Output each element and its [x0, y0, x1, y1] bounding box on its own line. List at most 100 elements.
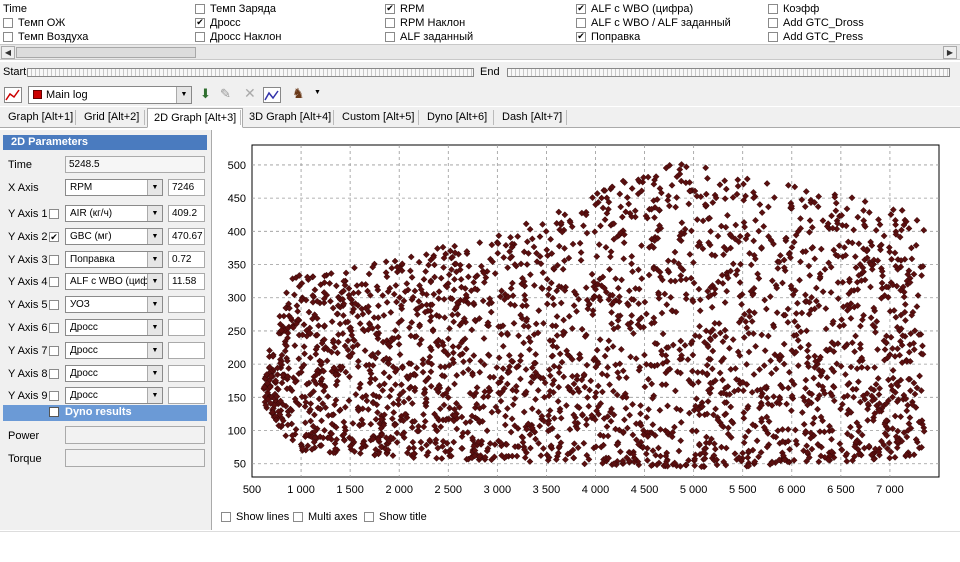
yaxis-checkbox[interactable]: [49, 368, 59, 379]
channel-item[interactable]: ✔ Поправка: [576, 30, 640, 43]
channel-item[interactable]: ALF заданный: [385, 30, 473, 43]
chevron-down-icon[interactable]: ▼: [147, 388, 162, 404]
torque-value: [65, 449, 205, 467]
x-tick-label: 2 500: [435, 484, 463, 496]
yaxis-select[interactable]: Дросс ▼: [65, 387, 163, 405]
dyno-results-header[interactable]: Dyno results: [3, 405, 207, 421]
yaxis-checkbox[interactable]: [49, 254, 59, 265]
channel-item[interactable]: ✔ Дросс: [195, 16, 241, 29]
start-slider[interactable]: [27, 68, 474, 77]
chevron-down-icon[interactable]: ▼: [147, 342, 162, 358]
scroll-right-icon[interactable]: ▶: [943, 46, 957, 59]
tab-item[interactable]: 2D Graph [Alt+3]: [147, 108, 244, 128]
yaxis-select[interactable]: ALF с WBO (циф ▼: [65, 273, 163, 291]
channel-item[interactable]: RPM Наклон: [385, 16, 465, 29]
xaxis-select[interactable]: RPM ▼: [65, 179, 163, 196]
channel-checkbox[interactable]: [195, 31, 205, 42]
channel-checkbox[interactable]: [576, 17, 586, 28]
yaxis-select[interactable]: Дросс ▼: [65, 364, 163, 382]
show-title-option[interactable]: Show title: [364, 511, 427, 523]
chevron-down-icon[interactable]: ▼: [147, 365, 162, 381]
yaxis-checkbox[interactable]: [49, 323, 59, 333]
channel-scrollbar[interactable]: ◀ ▶: [0, 44, 960, 60]
channel-checkbox[interactable]: ✔: [576, 3, 586, 14]
chart-settings-icon[interactable]: [263, 87, 281, 103]
channel-checkbox[interactable]: [768, 17, 778, 28]
multi-axes-checkbox[interactable]: [293, 512, 303, 522]
log-select[interactable]: Main log ▼: [28, 86, 192, 104]
yaxis-select[interactable]: Поправка ▼: [65, 250, 163, 268]
yaxis-select[interactable]: УОЗ ▼: [65, 296, 163, 314]
yaxis-select-value: GBC (мг): [70, 230, 112, 242]
chevron-down-icon[interactable]: ▼: [147, 228, 162, 244]
scroll-thumb[interactable]: [16, 47, 196, 58]
scatter-chart[interactable]: 500 1 000 1 500 2 000 2 500 3 000 3 500 4 000 4 …: [215, 130, 960, 510]
channel-checkbox[interactable]: [768, 3, 778, 14]
channel-item[interactable]: Time: [3, 2, 27, 15]
channel-item[interactable]: ✔ ALF с WBO (цифра): [576, 2, 693, 15]
show-title-checkbox[interactable]: [364, 512, 374, 522]
yaxis-checkbox[interactable]: [49, 345, 59, 356]
log-select-value: Main log: [46, 89, 88, 101]
multi-axes-option[interactable]: Multi axes: [293, 511, 358, 523]
channel-item[interactable]: ✔ RPM: [385, 2, 424, 15]
channel-checkbox[interactable]: ✔: [385, 3, 395, 14]
chart-area: 500 1 000 1 500 2 000 2 500 3 000 3 500 4 000 4 …: [215, 130, 960, 530]
channel-checkbox[interactable]: ✔: [195, 17, 205, 28]
show-lines-checkbox[interactable]: [221, 512, 231, 522]
download-icon[interactable]: ⬇: [200, 86, 211, 102]
channel-item[interactable]: Темп ОЖ: [3, 16, 65, 29]
chevron-down-icon[interactable]: ▼: [176, 87, 191, 103]
yaxis-select[interactable]: Дросс ▼: [65, 341, 163, 359]
chart-icon[interactable]: [4, 87, 22, 103]
channel-label: Темп Воздуха: [18, 30, 89, 43]
chevron-down-icon[interactable]: ▼: [147, 274, 162, 290]
yaxis-select[interactable]: GBC (мг) ▼: [65, 227, 163, 245]
channel-checkbox[interactable]: [3, 31, 13, 42]
scroll-left-icon[interactable]: ◀: [1, 46, 15, 59]
channel-checkbox[interactable]: [385, 17, 395, 28]
yaxis-checkbox[interactable]: [49, 277, 59, 288]
tab-item[interactable]: 3D Graph [Alt+4]: [243, 108, 337, 128]
tab-item[interactable]: Dash [Alt+7]: [496, 108, 568, 128]
channel-item[interactable]: ALF с WBO / ALF заданный: [576, 16, 731, 29]
dyno-results-checkbox[interactable]: [49, 407, 59, 417]
channel-item[interactable]: Add GTC_Dross: [768, 16, 864, 29]
tab-item[interactable]: Custom [Alt+5]: [336, 108, 420, 128]
channel-checkbox[interactable]: [385, 31, 395, 42]
yaxis-checkbox[interactable]: ✔: [49, 231, 59, 242]
user-tool-icon[interactable]: ♞: [292, 85, 305, 102]
channel-item[interactable]: Темп Заряда: [195, 2, 276, 15]
channel-checkbox[interactable]: [3, 17, 13, 28]
chevron-down-icon[interactable]: ▼: [147, 180, 162, 195]
chevron-down-icon[interactable]: ▼: [147, 297, 162, 313]
tab-item[interactable]: Grid [Alt+2]: [78, 108, 145, 128]
chevron-down-icon[interactable]: ▼: [147, 320, 162, 335]
show-lines-option[interactable]: Show lines: [221, 511, 289, 523]
channel-item[interactable]: Темп Воздуха: [3, 30, 88, 43]
chevron-down-icon[interactable]: ▼: [147, 206, 162, 221]
channel-checkbox[interactable]: [195, 3, 205, 14]
yaxis-select[interactable]: AIR (кг/ч) ▼: [65, 205, 163, 222]
yaxis-select[interactable]: Дросс ▼: [65, 319, 163, 336]
yaxis-checkbox[interactable]: [49, 391, 59, 402]
tab-item[interactable]: Graph [Alt+1]: [2, 108, 79, 128]
x-tick-label: 4 000: [582, 484, 610, 496]
channel-checkbox[interactable]: [768, 31, 778, 42]
channel-item[interactable]: Дросс Наклон: [195, 30, 281, 43]
channel-item[interactable]: Коэфф: [768, 2, 819, 15]
channel-label: ALF с WBO / ALF заданный: [591, 16, 731, 29]
end-slider[interactable]: [507, 68, 950, 77]
chevron-down-icon[interactable]: ▼: [147, 251, 162, 267]
x-tick-label: 500: [243, 484, 261, 496]
close-icon[interactable]: ✕: [244, 85, 256, 102]
edit-icon[interactable]: ✎: [220, 86, 231, 102]
channel-checkbox[interactable]: ✔: [576, 31, 586, 42]
tab-separator: [75, 110, 76, 125]
xaxis-label: X Axis: [8, 182, 39, 194]
tab-item[interactable]: Dyno [Alt+6]: [421, 108, 493, 128]
yaxis-checkbox[interactable]: [49, 209, 59, 219]
channel-item[interactable]: Add GTC_Press: [768, 30, 863, 43]
yaxis-checkbox[interactable]: [49, 300, 59, 311]
tool-dropdown-icon[interactable]: ▼: [314, 89, 321, 96]
